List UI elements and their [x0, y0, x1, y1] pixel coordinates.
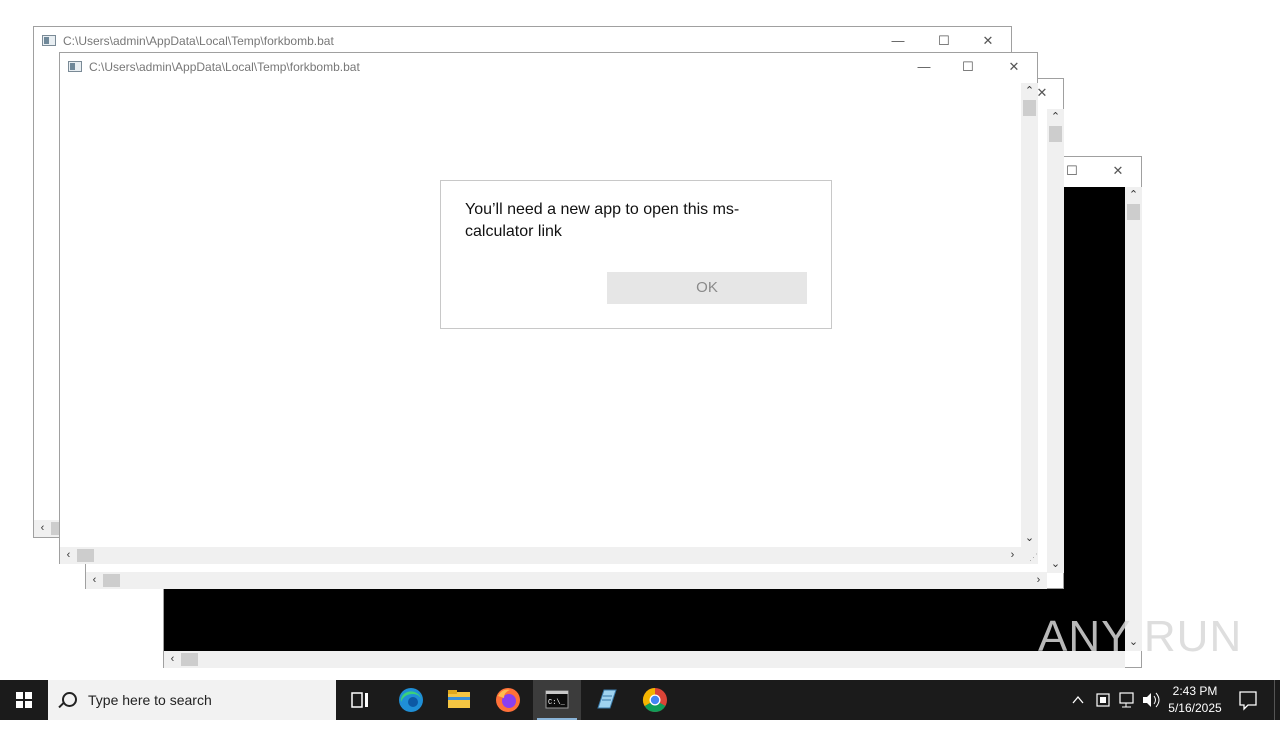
show-desktop-button[interactable]: [1274, 680, 1280, 720]
scroll-thumb[interactable]: [181, 653, 198, 666]
scroll-down-arrow[interactable]: ⌄: [1021, 530, 1038, 547]
volume-button[interactable]: [1140, 680, 1162, 720]
search-icon: [62, 692, 77, 707]
scroll-thumb[interactable]: [1127, 204, 1140, 220]
console-app-icon: [68, 61, 82, 72]
horizontal-scrollbar[interactable]: ‹ ›: [86, 572, 1047, 589]
close-button[interactable]: ✕: [965, 27, 1011, 55]
title-bar[interactable]: C:\Users\admin\AppData\Local\Temp\forkbo…: [60, 53, 1037, 81]
close-button[interactable]: ✕: [1095, 157, 1141, 185]
cmd-icon: C:\_: [545, 690, 569, 709]
scroll-thumb[interactable]: [1049, 126, 1062, 142]
file-explorer-button[interactable]: [435, 680, 483, 720]
edge-icon: [399, 688, 423, 712]
chrome-button[interactable]: [631, 680, 679, 720]
search-input[interactable]: Type here to search: [88, 692, 212, 708]
scroll-thumb[interactable]: [77, 549, 94, 562]
edge-button[interactable]: [387, 680, 435, 720]
window-title: C:\Users\admin\AppData\Local\Temp\forkbo…: [89, 60, 360, 74]
scroll-left-arrow[interactable]: ‹: [34, 520, 51, 537]
chevron-up-icon: [1072, 695, 1084, 704]
scroll-up-arrow[interactable]: ⌃: [1047, 109, 1064, 126]
minimize-button[interactable]: —: [875, 27, 921, 55]
task-view-button[interactable]: [336, 680, 384, 720]
notifications-button[interactable]: [1234, 680, 1262, 720]
taskbar: Type here to search C:\_ 2:43 PM 5/16/20…: [0, 680, 1280, 720]
title-bar[interactable]: C:\Users\admin\AppData\Local\Temp\forkbo…: [34, 27, 1011, 55]
clock-time: 2:43 PM: [1172, 684, 1218, 698]
vertical-scrollbar[interactable]: ⌃ ⌄: [1125, 187, 1142, 651]
scroll-right-arrow[interactable]: ›: [1004, 547, 1021, 564]
tray-device-icon[interactable]: [1092, 680, 1114, 720]
device-icon: [1096, 693, 1110, 707]
window-title: C:\Users\admin\AppData\Local\Temp\forkbo…: [63, 34, 334, 48]
show-hidden-icons-button[interactable]: [1068, 680, 1088, 720]
volume-icon: [1143, 692, 1160, 708]
minimize-button[interactable]: —: [901, 53, 947, 81]
firefox-button[interactable]: [484, 680, 532, 720]
anyrun-watermark: ANY RUN: [1038, 612, 1243, 661]
scroll-left-arrow[interactable]: ‹: [164, 651, 181, 668]
scroll-left-arrow[interactable]: ‹: [60, 547, 77, 564]
maximize-button[interactable]: ☐: [921, 27, 967, 55]
windows-logo-icon: [16, 692, 32, 708]
app-picker-dialog: You’ll need a new app to open this ms-ca…: [440, 180, 832, 329]
horizontal-scrollbar[interactable]: ‹: [164, 651, 1125, 668]
clock[interactable]: 2:43 PM 5/16/2025: [1162, 683, 1228, 717]
start-button[interactable]: [0, 680, 48, 720]
notepad-icon: [597, 689, 617, 709]
dialog-message: You’ll need a new app to open this ms-ca…: [465, 201, 740, 240]
resize-grip-icon[interactable]: ⋰: [1021, 547, 1038, 564]
cmd-button[interactable]: C:\_: [533, 680, 581, 720]
clock-date: 5/16/2025: [1168, 701, 1222, 715]
console-app-icon: [42, 35, 56, 46]
vertical-scrollbar[interactable]: ⌃ ⌄: [1047, 109, 1064, 573]
file-explorer-icon: [448, 690, 470, 708]
scroll-thumb[interactable]: [1023, 100, 1036, 116]
notification-icon: [1239, 691, 1257, 711]
notepad-button[interactable]: [582, 680, 630, 720]
scroll-left-arrow[interactable]: ‹: [86, 572, 103, 589]
scroll-right-arrow[interactable]: ›: [1030, 572, 1047, 589]
task-view-icon: [351, 692, 368, 708]
firefox-icon: [496, 688, 520, 712]
network-button[interactable]: [1116, 680, 1138, 720]
chrome-icon: [642, 688, 667, 713]
scroll-thumb[interactable]: [103, 574, 120, 587]
network-icon: [1119, 692, 1134, 708]
ok-button[interactable]: OK: [607, 272, 807, 304]
maximize-button[interactable]: ☐: [945, 53, 991, 81]
vertical-scrollbar[interactable]: ⌃ ⌄: [1021, 83, 1038, 547]
horizontal-scrollbar[interactable]: ‹ ›: [60, 547, 1021, 564]
search-box[interactable]: Type here to search: [48, 680, 336, 720]
close-button[interactable]: ✕: [991, 53, 1037, 81]
scroll-up-arrow[interactable]: ⌃: [1021, 83, 1038, 100]
scroll-down-arrow[interactable]: ⌄: [1047, 556, 1064, 573]
scroll-up-arrow[interactable]: ⌃: [1125, 187, 1142, 204]
svg-text:C:\_: C:\_: [548, 699, 566, 707]
